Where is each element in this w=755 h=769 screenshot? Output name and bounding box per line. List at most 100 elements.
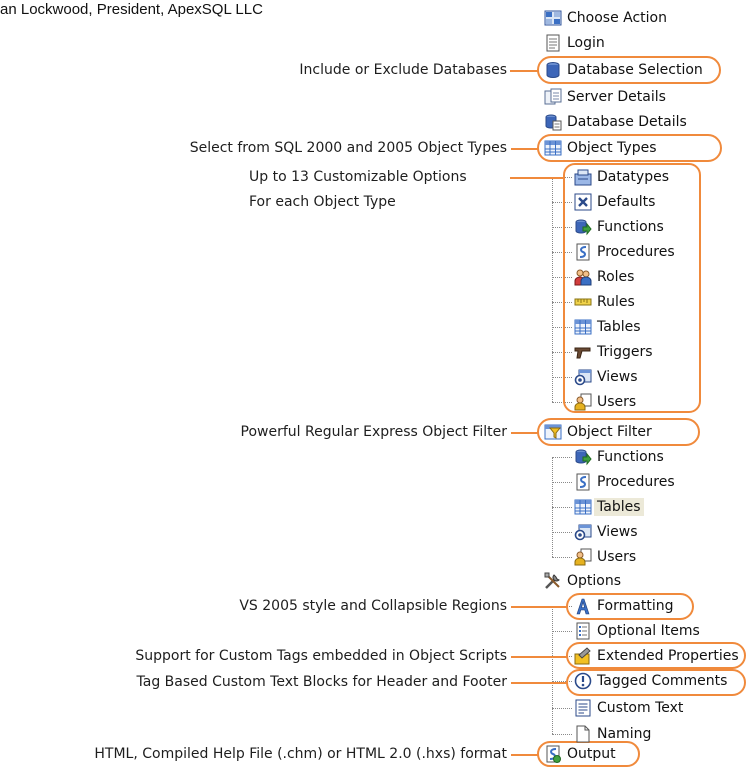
tree-item-object-filter[interactable]: Object Filter: [544, 422, 652, 442]
tree-item-views[interactable]: Views: [574, 367, 638, 387]
tree-item-label: Procedures: [597, 474, 675, 490]
tree-item-label: Functions: [597, 449, 664, 465]
roles-icon: [574, 268, 592, 286]
tree-connector: [552, 177, 553, 402]
tree-item-filter-users[interactable]: Users: [574, 547, 636, 567]
formatting-icon: [574, 597, 592, 615]
custom-text-icon: [574, 699, 592, 717]
table-icon: [544, 139, 562, 157]
tree-item-defaults[interactable]: Defaults: [574, 192, 655, 212]
tree-item-label-selected: Tables: [594, 498, 644, 516]
tree-item-label: Roles: [597, 269, 635, 285]
tree-item-database-selection[interactable]: Database Selection: [544, 60, 703, 80]
tree-item-tables[interactable]: Tables: [574, 317, 641, 337]
tree-item-label: Tagged Comments: [597, 673, 728, 689]
functions-icon: [574, 218, 592, 236]
tree-item-label: Extended Properties: [597, 648, 739, 664]
functions-icon: [574, 448, 592, 466]
document-icon: [574, 725, 592, 743]
tree-item-label: Object Filter: [567, 424, 652, 440]
tree-item-label: Naming: [597, 726, 652, 742]
annotation-tagged-comments: Support for Custom Tags embedded in Obje…: [135, 648, 507, 664]
tree-item-filter-views[interactable]: Views: [574, 522, 638, 542]
tree-item-label: Tables: [597, 319, 641, 335]
table-icon: [574, 318, 592, 336]
tree-item-label: Choose Action: [567, 10, 667, 26]
tree-item-label: Login: [567, 35, 605, 51]
tree-item-datatypes[interactable]: Datatypes: [574, 167, 669, 187]
leader-line: [511, 656, 567, 658]
choose-action-icon: [544, 9, 562, 27]
tree-item-label: Formatting: [597, 598, 674, 614]
tools-icon: [544, 572, 562, 590]
tree-item-formatting[interactable]: Formatting: [574, 596, 673, 616]
tree-item-login[interactable]: Login: [544, 33, 605, 53]
annotation-object-types: Select from SQL 2000 and 2005 Object Typ…: [189, 140, 507, 156]
tree-item-label: Rules: [597, 294, 635, 310]
database-details-icon: [544, 113, 562, 131]
tree-item-label: Users: [597, 394, 637, 410]
tree-item-label: Optional Items: [597, 623, 700, 639]
tree-item-options[interactable]: Options: [544, 571, 621, 591]
tree-item-procedures[interactable]: Procedures: [574, 242, 675, 262]
table-icon: [574, 498, 592, 516]
database-icon: [544, 61, 562, 79]
leader-line: [511, 606, 567, 608]
tree-item-output[interactable]: Output: [544, 744, 616, 764]
annotation-object-filter: Powerful Regular Express Object Filter: [240, 424, 507, 440]
filter-icon: [544, 423, 562, 441]
caption-text: an Lockwood, President, ApexSQL LLC: [0, 1, 263, 18]
tree-connector: [552, 606, 553, 734]
annotation-output: HTML, Compiled Help File (.chm) or HTML …: [94, 746, 507, 762]
datatypes-icon: [574, 168, 592, 186]
leader-line: [510, 177, 564, 179]
tree-item-label: Output: [567, 746, 616, 762]
tree-item-label: Custom Text: [597, 700, 684, 716]
tree-item-naming[interactable]: Naming: [574, 724, 651, 744]
output-icon: [544, 745, 562, 763]
tree-item-triggers[interactable]: Triggers: [574, 342, 653, 362]
tagged-comments-icon: [574, 672, 592, 690]
tree-item-choose-action[interactable]: Choose Action: [544, 8, 667, 28]
tree-item-custom-text[interactable]: Custom Text: [574, 698, 683, 718]
tree-item-users[interactable]: Users: [574, 392, 636, 412]
users-icon: [574, 393, 592, 411]
tree-item-filter-tables[interactable]: Tables: [574, 497, 644, 517]
tree-item-functions[interactable]: Functions: [574, 217, 664, 237]
views-icon: [574, 523, 592, 541]
tree-item-filter-procedures[interactable]: Procedures: [574, 472, 675, 492]
views-icon: [574, 368, 592, 386]
tree-item-label: Database Selection: [567, 62, 703, 78]
tree-item-label: Defaults: [597, 194, 656, 210]
annotation-options-line1: Up to 13 Customizable Options: [249, 169, 467, 185]
tree-item-label: Database Details: [567, 114, 687, 130]
tree-item-label: Triggers: [597, 344, 653, 360]
tree-item-label: Views: [597, 524, 638, 540]
tree-item-roles[interactable]: Roles: [574, 267, 634, 287]
tree-item-optional-items[interactable]: Optional Items: [574, 621, 700, 641]
annotation-formatting: VS 2005 style and Collapsible Regions: [239, 598, 507, 614]
annotation-custom-text: Tag Based Custom Text Blocks for Header …: [136, 674, 508, 690]
defaults-icon: [574, 193, 592, 211]
tree-item-server-details[interactable]: Server Details: [544, 87, 666, 107]
list-icon: [574, 622, 592, 640]
server-details-icon: [544, 88, 562, 106]
leader-line: [511, 432, 538, 434]
tree-item-label: Datatypes: [597, 169, 669, 185]
trigger-icon: [574, 343, 592, 361]
tree-item-rules[interactable]: Rules: [574, 292, 635, 312]
annotation-options-line2: For each Object Type: [249, 194, 396, 210]
tree-item-object-types[interactable]: Object Types: [544, 138, 657, 158]
procedures-icon: [574, 473, 592, 491]
tree-item-database-details[interactable]: Database Details: [544, 112, 687, 132]
tree-item-label: Views: [597, 369, 638, 385]
document-icon: [544, 34, 562, 52]
tree-item-extended-properties[interactable]: Extended Properties: [574, 646, 739, 666]
leader-line: [511, 754, 538, 756]
tree-item-label: Object Types: [567, 140, 657, 156]
tree-item-filter-functions[interactable]: Functions: [574, 447, 664, 467]
tree-item-label: Server Details: [567, 89, 666, 105]
extended-properties-icon: [574, 647, 592, 665]
ruler-icon: [574, 293, 592, 311]
tree-item-tagged-comments[interactable]: Tagged Comments: [574, 671, 727, 691]
